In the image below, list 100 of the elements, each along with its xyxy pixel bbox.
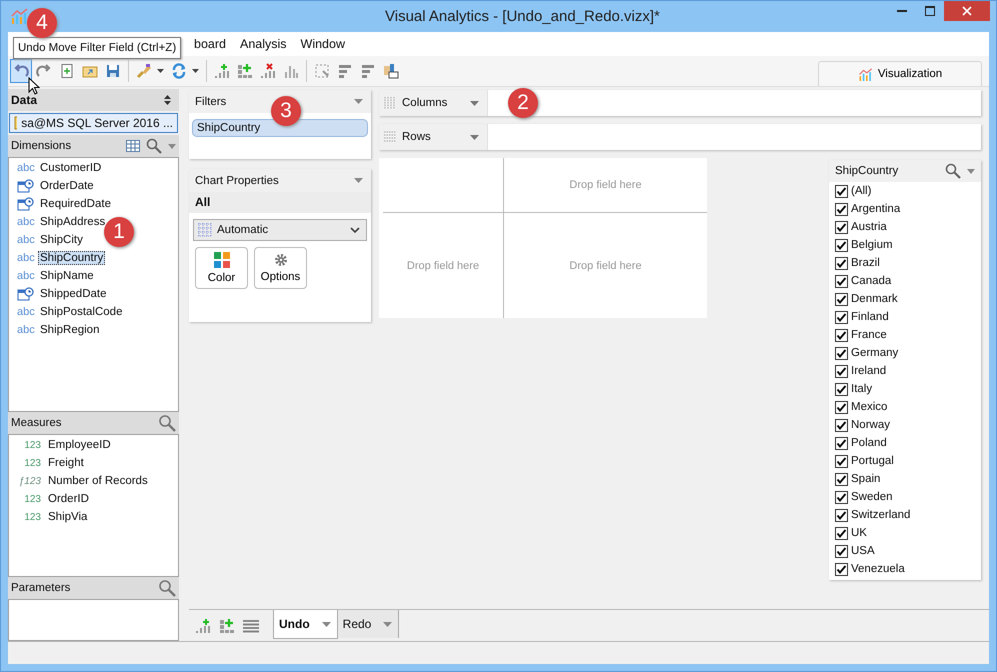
new-document-icon (59, 63, 75, 79)
table-icon[interactable] (126, 140, 140, 152)
dimension-item[interactable]: ShipName (38, 269, 96, 283)
caret-icon (383, 622, 392, 626)
remove-chart-icon (260, 63, 276, 79)
search-icon[interactable] (945, 163, 961, 179)
undo-icon (13, 63, 29, 79)
filters-title: Filters (195, 96, 226, 108)
country-label: Brazil (851, 257, 880, 269)
checkbox[interactable] (835, 202, 848, 216)
color-button[interactable]: Color (195, 247, 248, 289)
checkbox[interactable] (835, 508, 848, 522)
search-icon[interactable] (158, 579, 176, 597)
country-label: Norway (851, 419, 890, 431)
measure-item[interactable]: OrderID (46, 492, 91, 506)
checkbox[interactable] (835, 364, 848, 378)
dimension-item[interactable]: ShipCity (38, 233, 85, 247)
checkbox[interactable] (835, 418, 848, 432)
checkbox[interactable] (835, 310, 848, 324)
bar-chart-icon (283, 63, 299, 79)
rows-shelf-button[interactable]: Rows (379, 124, 488, 150)
checkbox[interactable] (835, 238, 848, 252)
dimension-item[interactable]: OrderDate (38, 179, 96, 193)
callout-badge: 1 (104, 217, 134, 247)
gear-icon (274, 253, 288, 267)
brush-icon (136, 63, 152, 79)
checkbox[interactable] (835, 346, 848, 360)
scope-label: All (189, 192, 371, 213)
country-label: Poland (851, 437, 887, 449)
callout-badge: 2 (508, 88, 538, 118)
text-type-label: abc (17, 216, 35, 228)
country-label: Canada (851, 275, 892, 287)
data-source-item[interactable]: sa@MS SQL Server 2016 ... (9, 113, 178, 133)
sheet-tab[interactable]: Redo (338, 610, 400, 638)
checkbox[interactable] (835, 292, 848, 306)
refresh-icon (171, 63, 187, 79)
country-label: Finland (851, 311, 889, 323)
checkbox[interactable] (835, 382, 848, 396)
country-label: Portugal (851, 455, 894, 467)
country-label: USA (851, 545, 875, 557)
caret-icon[interactable] (157, 69, 164, 73)
search-icon[interactable] (146, 138, 162, 154)
menu-item[interactable]: Analysis (240, 37, 287, 51)
number-type-label: 123 (23, 494, 41, 504)
checkbox[interactable] (835, 544, 848, 558)
checkbox[interactable] (835, 490, 848, 504)
measure-item[interactable]: ShipVia (46, 510, 90, 524)
caret-icon (470, 134, 479, 140)
chart-logo-icon (858, 68, 874, 80)
checkbox[interactable] (835, 436, 848, 450)
caret-icon (322, 622, 331, 626)
data-title: Data (11, 93, 38, 107)
chevron-down-icon (350, 227, 360, 233)
checkbox[interactable] (835, 472, 848, 486)
horizontal-bars-icon (360, 63, 376, 79)
selection-icon (314, 63, 330, 79)
measure-item[interactable]: Freight (46, 456, 86, 470)
dimension-item[interactable]: CustomerID (38, 161, 104, 175)
window-title: Visual Analytics - [Undo_and_Redo.vizx]* (385, 8, 660, 25)
checkbox[interactable] (835, 220, 848, 234)
number-type-label: 123 (23, 440, 41, 450)
tooltip: Undo Move Filter Field (Ctrl+Z) (13, 37, 182, 59)
country-label: Argentina (851, 203, 900, 215)
country-label: Denmark (851, 293, 898, 305)
sort-icon[interactable] (164, 95, 171, 105)
checkbox[interactable] (835, 328, 848, 342)
country-label: France (851, 329, 887, 341)
country-label: (All) (851, 185, 872, 197)
visualization-tab[interactable]: Visualization (818, 61, 982, 86)
caret-icon[interactable] (192, 69, 199, 73)
options-button[interactable]: Options (254, 247, 307, 289)
dimension-item[interactable]: ShipRegion (38, 323, 102, 337)
checkbox[interactable] (835, 274, 848, 288)
sheet-tab[interactable]: Undo (273, 610, 338, 639)
dimension-item[interactable]: ShipCountry (38, 251, 106, 265)
list-icon[interactable] (243, 618, 259, 632)
country-label: Spain (851, 473, 880, 485)
search-icon[interactable] (158, 414, 176, 432)
checkbox[interactable] (835, 400, 848, 414)
columns-shelf-button[interactable]: Columns (379, 90, 488, 116)
menu-item[interactable]: Window (300, 37, 345, 51)
redo-icon (36, 63, 52, 79)
undo-button[interactable] (10, 59, 32, 83)
menu-item[interactable]: board (194, 37, 226, 51)
measure-item[interactable]: EmployeeID (46, 438, 113, 452)
checkbox[interactable] (835, 256, 848, 270)
chart-logo-icon (11, 8, 29, 24)
close-button[interactable] (944, 1, 990, 21)
checkbox[interactable] (835, 184, 848, 198)
checkbox[interactable] (835, 562, 848, 576)
checkbox[interactable] (835, 454, 848, 468)
dimension-item[interactable]: ShippedDate (38, 287, 108, 301)
chart-type-dropdown[interactable]: Automatic (193, 219, 367, 241)
dimension-item[interactable]: ShipPostalCode (38, 305, 124, 319)
measure-item[interactable]: Number of Records (46, 474, 150, 488)
dimension-item[interactable]: RequiredDate (38, 197, 113, 211)
add-chart-icon (214, 63, 230, 79)
filter-field-chip[interactable]: ShipCountry (192, 119, 368, 137)
checkbox[interactable] (835, 526, 848, 540)
text-type-label: abc (17, 162, 35, 174)
